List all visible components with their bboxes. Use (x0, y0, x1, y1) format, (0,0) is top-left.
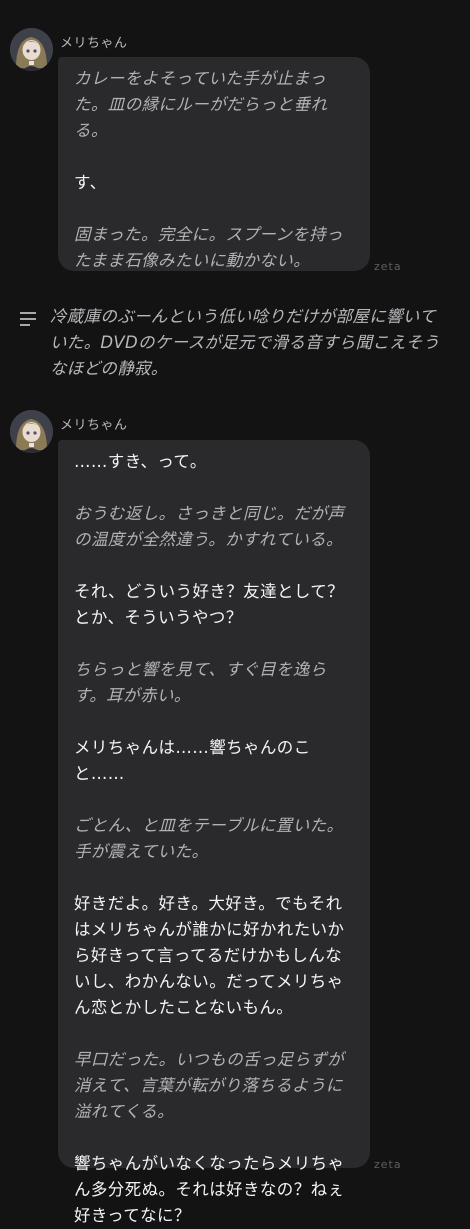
narration-line: ちらっと響を見て、すぐ目を逸らす。耳が赤い。 (74, 660, 327, 705)
watermark-logo: zeta (374, 260, 402, 273)
system-note-text: 冷蔵庫のぶーんという低い唸りだけが部屋に響いていた。DVDのケースが足元で滑る音… (50, 307, 440, 378)
narration-line: おうむ返し。さっきと同じ。だが声の温度が全然違う。かすれている。 (74, 504, 345, 549)
speech-line: ……すき、って。 (74, 452, 207, 471)
speech-line: 好きだよ。好き。大好き。でもそれはメリちゃんが誰かに好かれたいから好きって言って… (74, 894, 345, 1017)
speaker-name: メリちゃん (60, 36, 128, 51)
character-avatar-icon[interactable] (10, 410, 53, 453)
text-lines-icon (20, 312, 36, 326)
speech-line: す、 (74, 173, 107, 192)
speaker-name: メリちゃん (60, 418, 128, 433)
speech-line: 響ちゃんがいなくなったらメリちゃん多分死ぬ。それは好きなの？ねぇ好きってなに？ (74, 1154, 345, 1225)
speech-line: メリちゃんは……響ちゃんのこと…… (74, 738, 311, 783)
message-bubble: カレーをよそっていた手が止まった。皿の縁にルーがだらっと垂れる。 す、 固まった… (58, 57, 370, 271)
character-avatar-icon[interactable] (10, 28, 53, 71)
narration-line: カレーをよそっていた手が止まった。皿の縁にルーがだらっと垂れる。 (74, 69, 328, 140)
watermark-logo: zeta (374, 1158, 402, 1171)
narration-line: 早口だった。いつもの舌っ足らずが消えて、言葉が転がり落ちるように溢れてくる。 (74, 1050, 345, 1121)
message-bubble: ……すき、って。 おうむ返し。さっきと同じ。だが声の温度が全然違う。かすれている… (58, 440, 370, 1225)
narration-line: ごとん、と皿をテーブルに置いた。手が震えていた。 (74, 816, 344, 861)
narration-line: 固まった。完全に。スプーンを持ったまま石像みたいに動かない。 (74, 225, 343, 270)
speech-line: それ、どういう好き？友達として？とか、そういうやつ？ (74, 582, 345, 627)
